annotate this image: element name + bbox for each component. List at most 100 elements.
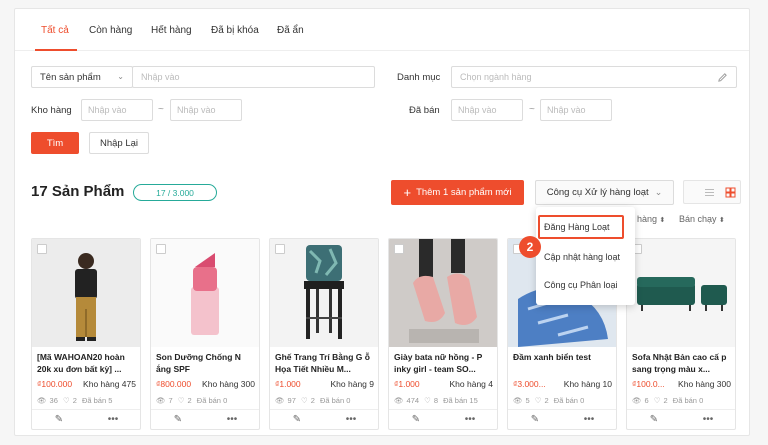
product-name[interactable]: Sofa Nhật Bản cao cấ p sang trọng màu x.… <box>632 351 732 375</box>
sort-stock[interactable]: hàng ⬍ <box>637 214 665 224</box>
sold-count: Đã bán 5 <box>81 396 113 405</box>
sold-from-input[interactable]: Nhập vào <box>451 99 523 121</box>
product-price: ₫100.000 <box>37 379 73 389</box>
product-checkbox[interactable] <box>394 244 404 254</box>
view-count: 36 <box>49 396 58 405</box>
sold-count: Đã bán 15 <box>443 396 478 405</box>
product-price: ₫3.000... <box>513 379 546 389</box>
product-stats: 👁 97 ♡ 2 Đã bán 0 <box>275 396 375 405</box>
eye-icon: 👁 <box>632 396 642 405</box>
heart-icon: ♡ <box>177 396 185 405</box>
product-card[interactable]: [Mã WAHOAN20 hoàn 20k xu đơn bất kỳ] ...… <box>31 238 141 430</box>
like-count: 8 <box>433 396 439 405</box>
product-actions: ✎ ••• <box>32 409 140 429</box>
stock-label: Kho hàng <box>31 105 72 116</box>
sold-label: Đã bán <box>409 105 440 116</box>
view-toggle <box>683 180 741 204</box>
product-stock: Kho hàng 9 <box>330 379 374 389</box>
sort-arrows-icon: ⬍ <box>719 217 725 224</box>
stock-to-input[interactable]: Nhập vào <box>170 99 242 121</box>
stock-to-placeholder: Nhập vào <box>177 105 216 115</box>
more-icon[interactable]: ••• <box>562 410 616 429</box>
pencil-icon <box>718 73 727 82</box>
tab-hidden[interactable]: Đã ẩn <box>277 25 304 36</box>
edit-icon[interactable]: ✎ <box>508 410 562 429</box>
product-name-input[interactable]: Nhập vào <box>132 66 375 88</box>
edit-icon[interactable]: ✎ <box>151 410 205 429</box>
tab-in-stock[interactable]: Còn hàng <box>89 25 132 36</box>
sold-count: Đã bán 0 <box>319 396 351 405</box>
product-checkbox[interactable] <box>156 244 166 254</box>
view-count: 7 <box>168 396 173 405</box>
product-actions: ✎ ••• <box>151 409 259 429</box>
sold-to-input[interactable]: Nhập vào <box>540 99 612 121</box>
product-actions: ✎ ••• <box>270 409 378 429</box>
view-count: 6 <box>644 396 649 405</box>
list-view-icon[interactable] <box>704 187 715 198</box>
more-icon[interactable]: ••• <box>205 410 259 429</box>
bulk-tools-dropdown: Đăng Hàng Loạt Cập nhật hàng loạt Công c… <box>536 207 635 305</box>
product-name[interactable]: Ghế Trang Trí Bằng G ỗ Họa Tiết Nhiều M.… <box>275 351 375 375</box>
add-product-label: Thêm 1 sản phẩm mới <box>416 187 512 198</box>
sort-arrows-icon: ⬍ <box>659 217 666 224</box>
menu-item-variation-tool[interactable]: Công cụ Phân loại <box>544 280 618 290</box>
product-name[interactable]: Giày bata nữ hồng - P inky girl - team S… <box>394 351 494 375</box>
sort-bestseller[interactable]: Bán chạy ⬍ <box>679 214 725 224</box>
stock-range-separator: ~ <box>158 104 164 115</box>
product-stats: 👁 7 ♡ 2 Đã bán 0 <box>156 396 256 405</box>
product-card[interactable]: Sofa Nhật Bản cao cấ p sang trọng màu x.… <box>626 238 736 430</box>
product-name[interactable]: [Mã WAHOAN20 hoàn 20k xu đơn bất kỳ] ... <box>37 351 137 375</box>
product-name-placeholder: Nhập vào <box>141 72 180 82</box>
product-checkbox[interactable] <box>37 244 47 254</box>
reset-button[interactable]: Nhập Lại <box>89 132 149 154</box>
heart-icon: ♡ <box>653 396 661 405</box>
product-name[interactable]: Đầm xanh biển test <box>513 351 613 375</box>
search-button[interactable]: Tìm <box>31 132 79 154</box>
edit-icon[interactable]: ✎ <box>32 410 86 429</box>
step-number-badge: 2 <box>519 236 541 258</box>
product-image <box>627 239 735 347</box>
chevron-down-icon: ⌄ <box>654 187 663 197</box>
bulk-tools-button[interactable]: Công cụ Xử lý hàng loạt ⌄ <box>535 180 674 205</box>
product-stats: 👁 5 ♡ 2 Đã bán 0 <box>513 396 613 405</box>
more-icon[interactable]: ••• <box>443 410 497 429</box>
view-count: 97 <box>287 396 296 405</box>
like-count: 2 <box>187 396 192 405</box>
sold-count: Đã bán 0 <box>553 396 585 405</box>
product-name-select-value: Tên sản phẩm <box>40 72 101 83</box>
like-count: 2 <box>72 396 77 405</box>
category-input[interactable]: Chọn ngành hàng <box>451 66 737 88</box>
product-card[interactable]: Giày bata nữ hồng - P inky girl - team S… <box>388 238 498 430</box>
edit-icon[interactable]: ✎ <box>389 410 443 429</box>
product-name-select[interactable]: Tên sản phẩm ⌄ <box>31 66 133 88</box>
more-icon[interactable]: ••• <box>86 410 140 429</box>
edit-icon[interactable]: ✎ <box>627 410 681 429</box>
product-card[interactable]: Ghế Trang Trí Bằng G ỗ Họa Tiết Nhiều M.… <box>269 238 379 430</box>
menu-item-bulk-upload[interactable]: Đăng Hàng Loạt <box>544 222 610 232</box>
eye-icon: 👁 <box>394 396 404 405</box>
grid-view-icon[interactable] <box>725 187 736 198</box>
add-product-button[interactable]: + Thêm 1 sản phẩm mới <box>391 180 524 205</box>
product-image <box>32 239 140 347</box>
eye-icon: 👁 <box>275 396 285 405</box>
like-count: 2 <box>544 396 549 405</box>
tab-all[interactable]: Tất cả <box>41 25 69 36</box>
product-card[interactable]: Son Dưỡng Chống N ắng SPF ₫800.000 Kho h… <box>150 238 260 430</box>
tab-out-of-stock[interactable]: Hết hàng <box>151 25 192 36</box>
sold-from-placeholder: Nhập vào <box>458 105 497 115</box>
edit-icon[interactable]: ✎ <box>270 410 324 429</box>
more-icon[interactable]: ••• <box>324 410 378 429</box>
product-price: ₫1.000 <box>394 379 420 389</box>
heart-icon: ♡ <box>300 396 308 405</box>
stock-from-input[interactable]: Nhập vào <box>81 99 153 121</box>
product-checkbox[interactable] <box>275 244 285 254</box>
status-tabs: Tất cả Còn hàng Hết hàng Đã bị khóa Đã ẩ… <box>15 9 749 51</box>
sort-stock-label: hàng <box>637 214 658 224</box>
menu-item-bulk-update[interactable]: Cập nhật hàng loạt <box>544 252 620 262</box>
sort-bestseller-label: Bán chạy <box>679 214 717 224</box>
active-tab-indicator <box>35 49 77 51</box>
product-name[interactable]: Son Dưỡng Chống N ắng SPF <box>156 351 256 375</box>
product-list-panel: Tất cả Còn hàng Hết hàng Đã bị khóa Đã ẩ… <box>14 8 750 436</box>
more-icon[interactable]: ••• <box>681 410 735 429</box>
tab-locked[interactable]: Đã bị khóa <box>211 25 259 36</box>
